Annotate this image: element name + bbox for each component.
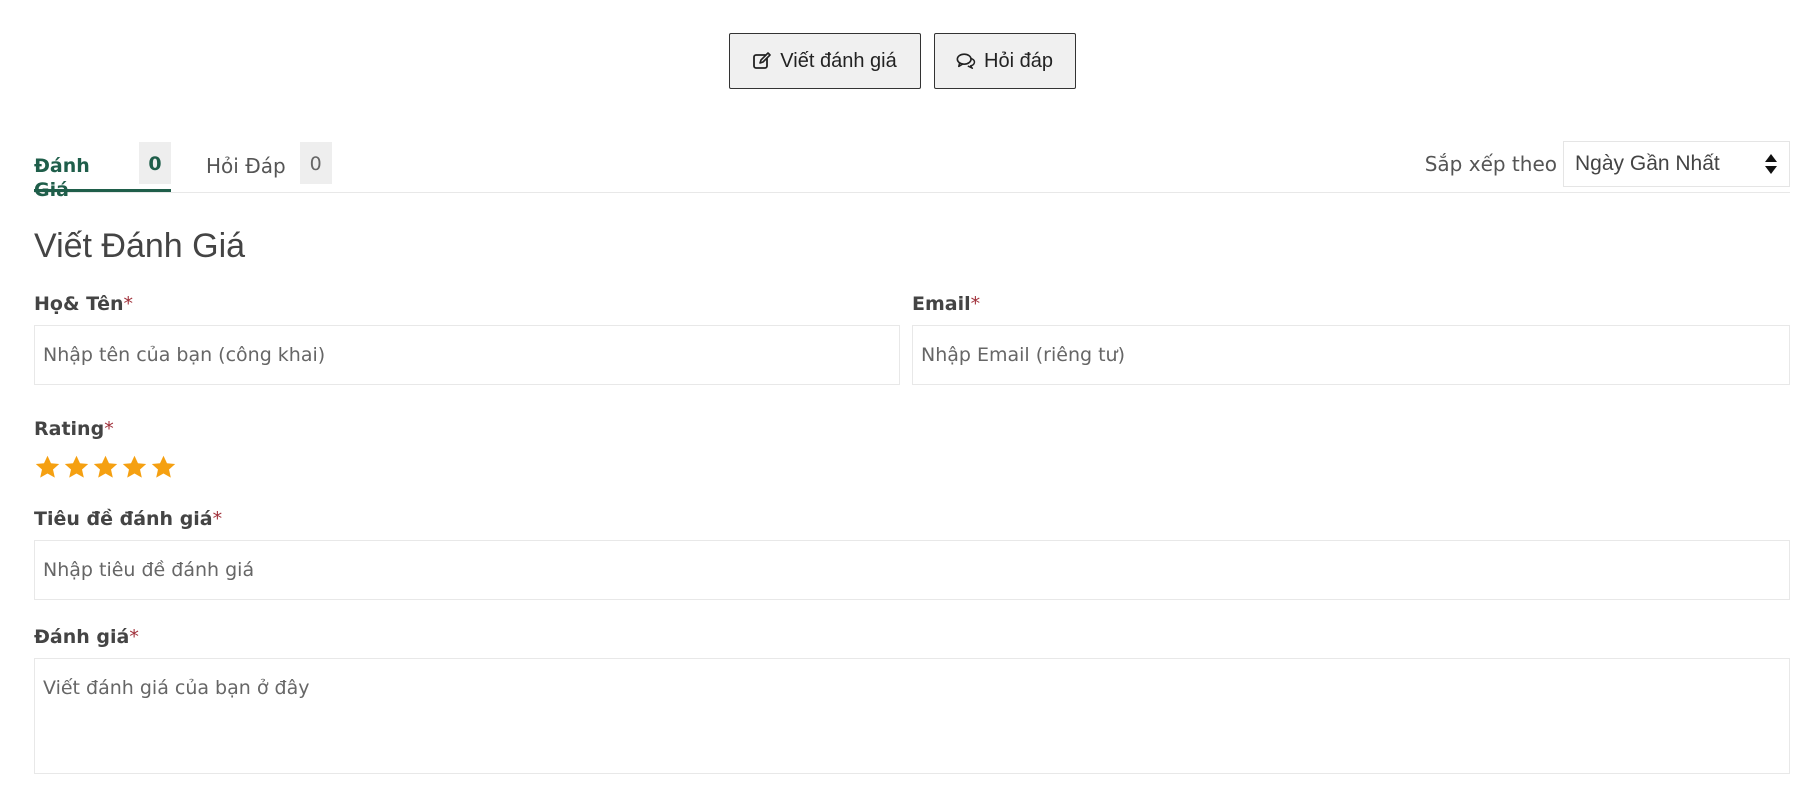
review-title-label: Tiêu đề đánh giá* xyxy=(34,508,223,530)
sort-control: Sắp xếp theo Ngày Gần Nhất xyxy=(1425,141,1790,187)
rating-label: Rating* xyxy=(34,418,114,440)
sort-select[interactable]: Ngày Gần Nhất xyxy=(1563,141,1790,187)
review-widget: Viết đánh giá Hỏi đáp Đánh Giá 0 Hỏi Đáp… xyxy=(0,0,1804,785)
email-label: Email* xyxy=(912,293,981,315)
form-title: Viết Đánh Giá xyxy=(34,227,246,265)
action-buttons: Viết đánh giá Hỏi đáp xyxy=(0,33,1804,89)
sort-label: Sắp xếp theo xyxy=(1424,152,1557,176)
edit-icon xyxy=(752,51,772,71)
qa-button-label: Hỏi đáp xyxy=(984,49,1053,72)
star-icon[interactable] xyxy=(150,454,177,481)
sort-updown-icon xyxy=(1765,154,1777,174)
tab-qa[interactable]: Hỏi Đáp 0 xyxy=(206,142,332,192)
review-body-label: Đánh giá* xyxy=(34,626,139,648)
tab-reviews[interactable]: Đánh Giá 0 xyxy=(34,142,171,201)
star-icon[interactable] xyxy=(63,454,90,481)
tab-reviews-label: Đánh Giá xyxy=(34,155,90,201)
chat-icon xyxy=(956,51,976,71)
review-title-input[interactable] xyxy=(34,540,1790,600)
star-icon[interactable] xyxy=(92,454,119,481)
star-icon[interactable] xyxy=(121,454,148,481)
tab-reviews-count: 0 xyxy=(139,142,171,184)
tab-qa-label: Hỏi Đáp xyxy=(206,154,286,178)
rating-stars[interactable] xyxy=(34,454,177,481)
qa-button[interactable]: Hỏi đáp xyxy=(933,33,1076,89)
write-review-button[interactable]: Viết đánh giá xyxy=(728,33,921,89)
name-input[interactable] xyxy=(34,325,900,385)
sort-selected-value: Ngày Gần Nhất xyxy=(1575,152,1720,175)
review-body-textarea[interactable] xyxy=(34,658,1790,774)
star-icon[interactable] xyxy=(34,454,61,481)
email-input[interactable] xyxy=(912,325,1790,385)
name-label: Họ& Tên* xyxy=(34,293,134,315)
write-review-label: Viết đánh giá xyxy=(780,49,897,72)
tab-qa-count: 0 xyxy=(299,142,332,184)
